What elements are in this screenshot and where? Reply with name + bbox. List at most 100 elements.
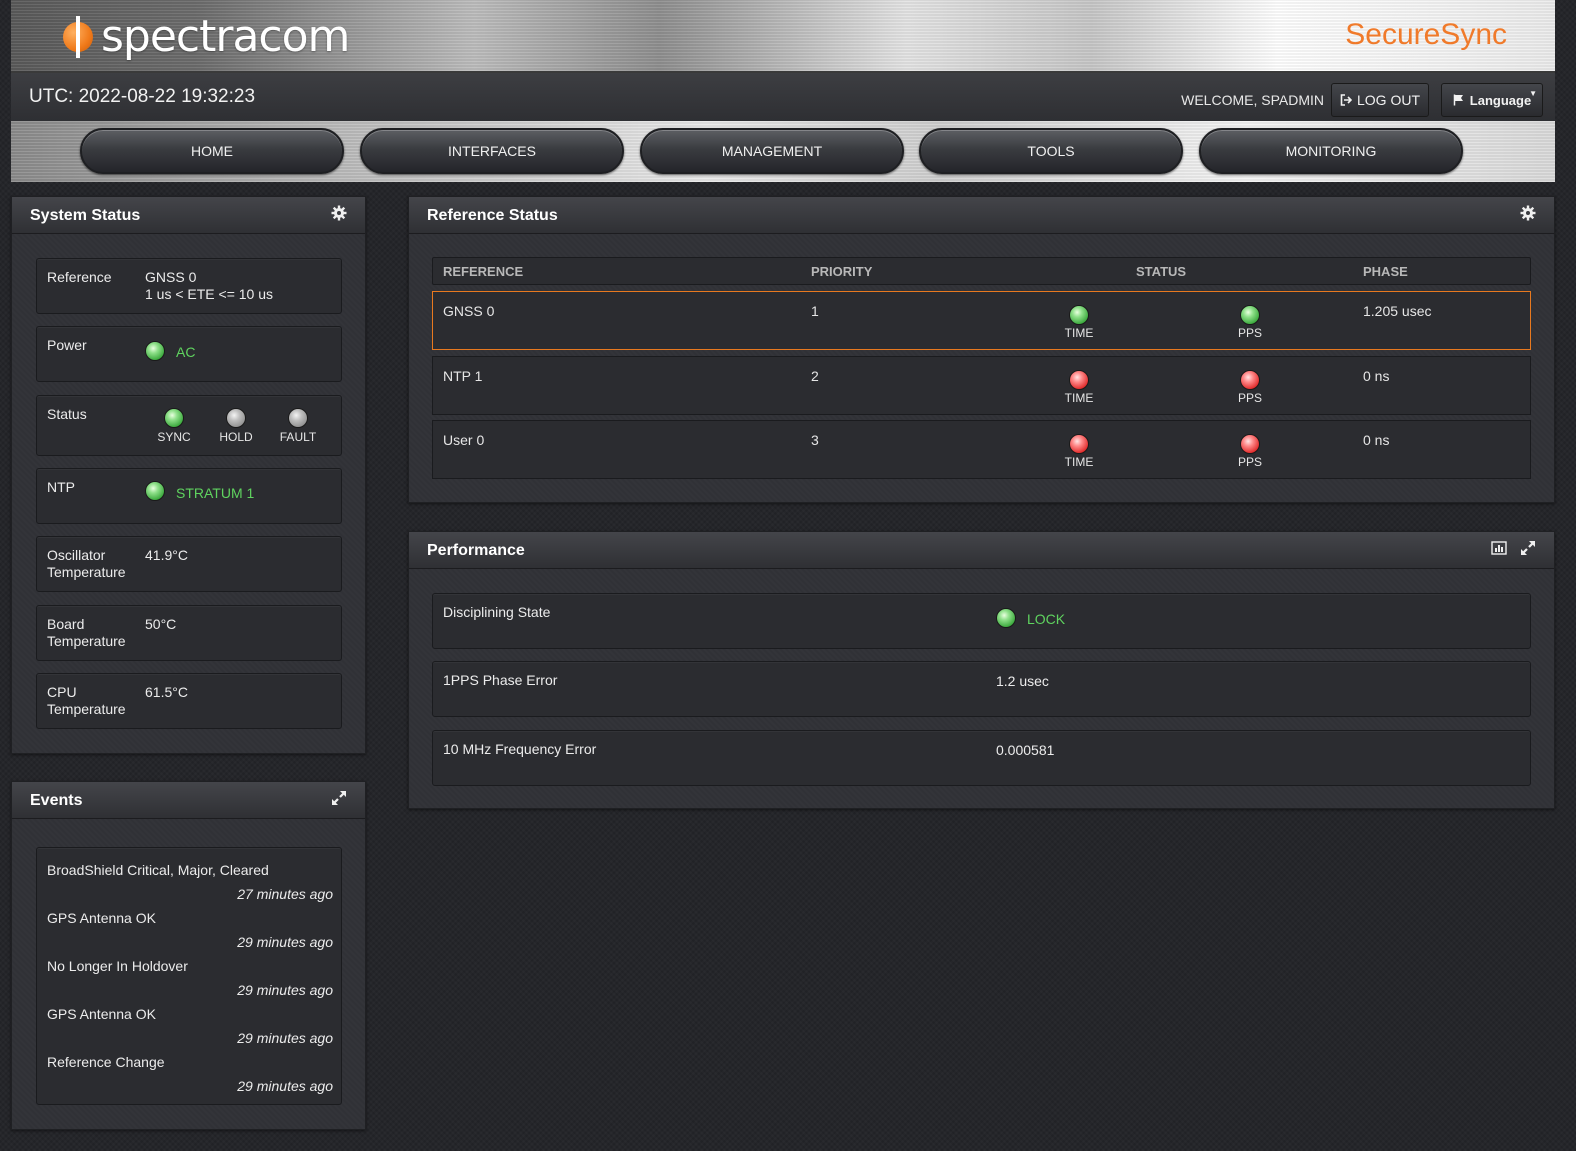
time-led	[1069, 370, 1089, 390]
performance-panel: Performance Disciplining State LOCK 1PPS…	[408, 531, 1555, 809]
reference-priority: 3	[811, 432, 819, 448]
pps-phase-error-label: 1PPS Phase Error	[443, 672, 558, 688]
flag-icon	[1453, 94, 1463, 106]
event-name: GPS Antenna OK	[47, 1006, 156, 1022]
reference-row-ntp1[interactable]: NTP 1 2 TIME PPS 0 ns	[432, 356, 1531, 415]
panel-title: Reference Status	[427, 207, 558, 224]
pps-label: PPS	[1237, 455, 1262, 469]
logout-icon	[1340, 94, 1352, 106]
nav-interfaces[interactable]: INTERFACES	[360, 128, 624, 174]
frequency-error-row: 10 MHz Frequency Error 0.000581	[432, 730, 1531, 786]
cpu-temp-value: 61.5°C	[145, 684, 188, 700]
performance-header: Performance	[409, 532, 1554, 569]
col-status: STATUS	[1136, 264, 1187, 279]
system-status-body: Reference GNSS 0 1 us < ETE <= 10 us Pow…	[12, 234, 365, 753]
label-line-1: Oscillator	[47, 547, 106, 563]
cpu-temp-label: CPU Temperature	[47, 684, 126, 718]
reference-detail: 1 us < ETE <= 10 us	[145, 286, 274, 302]
reference-phase: 1.205 usec	[1363, 303, 1432, 319]
reference-label: Reference	[47, 269, 112, 285]
expand-icon[interactable]	[1519, 539, 1537, 557]
panel-title: Events	[30, 792, 83, 809]
events-panel: Events BroadShield Critical, Major, Clea…	[11, 781, 366, 1130]
nav-management[interactable]: MANAGEMENT	[640, 128, 904, 174]
time-led	[1069, 434, 1089, 454]
label-line-2: Temperature	[47, 564, 126, 580]
event-time: 29 minutes ago	[237, 1030, 333, 1046]
hold-led	[226, 408, 246, 428]
event-time: 29 minutes ago	[237, 934, 333, 950]
language-label: Language	[1469, 92, 1532, 108]
label-line-1: CPU	[47, 684, 77, 700]
reference-status-body: REFERENCE PRIORITY STATUS PHASE GNSS 0 1…	[409, 234, 1554, 502]
ntp-value: STRATUM 1	[176, 485, 255, 501]
utc-bar: UTC: 2022-08-22 19:32:23 WELCOME, SPADMI…	[11, 73, 1555, 121]
logo-mark-icon	[61, 16, 95, 58]
pps-phase-error-row: 1PPS Phase Error 1.2 usec	[432, 661, 1531, 717]
spectracom-logo: spectracom	[61, 8, 350, 64]
oscillator-temp-label: Oscillator Temperature	[47, 547, 126, 581]
reference-source: GNSS 0	[145, 269, 197, 285]
reference-row-gnss0[interactable]: GNSS 0 1 TIME PPS 1.205 usec	[432, 291, 1531, 350]
pps-led	[1240, 305, 1260, 325]
nav-monitoring[interactable]: MONITORING	[1199, 128, 1463, 174]
events-body: BroadShield Critical, Major, Cleared 27 …	[12, 819, 365, 1129]
pps-led	[1240, 370, 1260, 390]
event-name: Reference Change	[47, 1054, 165, 1070]
welcome-text: WELCOME, SPADMIN	[1181, 92, 1324, 108]
event-name: BroadShield Critical, Major, Cleared	[47, 862, 269, 878]
events-header: Events	[12, 782, 365, 819]
main-nav: HOME INTERFACES MANAGEMENT TOOLS MONITOR…	[11, 121, 1555, 182]
ntp-row: NTP STRATUM 1	[36, 468, 342, 524]
logout-button[interactable]: LOG OUT	[1331, 83, 1429, 117]
label-line-2: Temperature	[47, 633, 126, 649]
reference-value: GNSS 0 1 us < ETE <= 10 us	[145, 269, 273, 303]
gear-icon[interactable]	[1519, 204, 1537, 222]
gear-icon[interactable]	[330, 204, 348, 222]
hold-label: HOLD	[219, 430, 253, 444]
label-line-1: Board	[47, 616, 85, 632]
events-list: BroadShield Critical, Major, Cleared 27 …	[36, 847, 342, 1105]
sync-label: SYNC	[157, 430, 191, 444]
reference-status-header: Reference Status	[409, 197, 1554, 234]
status-row: Status SYNC HOLD FAULT	[36, 395, 342, 456]
power-led	[145, 341, 165, 361]
utc-clock: UTC: 2022-08-22 19:32:23	[29, 86, 256, 107]
reference-name: NTP 1	[443, 368, 483, 384]
pps-label: PPS	[1237, 326, 1262, 340]
disciplining-state-label: Disciplining State	[443, 604, 551, 620]
nav-tools[interactable]: TOOLS	[919, 128, 1183, 174]
event-time: 29 minutes ago	[237, 982, 333, 998]
product-name: SecureSync	[1345, 18, 1507, 51]
panel-title: System Status	[30, 207, 141, 224]
sync-led	[164, 408, 184, 428]
time-led	[1069, 305, 1089, 325]
language-dropdown[interactable]: Language ▼	[1441, 83, 1543, 117]
event-name: No Longer In Holdover	[47, 958, 188, 974]
expand-icon[interactable]	[330, 789, 348, 807]
logo-text: spectracom	[101, 10, 350, 62]
frequency-error-value: 0.000581	[996, 742, 1055, 758]
disciplining-state-value: LOCK	[1027, 611, 1066, 627]
oscillator-temp-value: 41.9°C	[145, 547, 188, 563]
cpu-temp-row: CPU Temperature 61.5°C	[36, 673, 342, 729]
nav-home[interactable]: HOME	[80, 128, 344, 174]
event-name: GPS Antenna OK	[47, 910, 156, 926]
board-temp-label: Board Temperature	[47, 616, 126, 650]
reference-priority: 2	[811, 368, 819, 384]
logout-label: LOG OUT	[1356, 92, 1420, 108]
reference-row-user0[interactable]: User 0 3 TIME PPS 0 ns	[432, 420, 1531, 479]
reference-row: Reference GNSS 0 1 us < ETE <= 10 us	[36, 258, 342, 314]
reference-name: GNSS 0	[443, 303, 495, 319]
reference-phase: 0 ns	[1363, 432, 1390, 448]
reference-phase: 0 ns	[1363, 368, 1390, 384]
panel-title: Performance	[427, 542, 525, 559]
chart-icon[interactable]	[1490, 539, 1508, 557]
disciplining-state-row: Disciplining State LOCK	[432, 593, 1531, 649]
power-row: Power AC	[36, 326, 342, 382]
power-label: Power	[47, 337, 87, 353]
event-time: 27 minutes ago	[237, 886, 333, 902]
reference-name: User 0	[443, 432, 485, 448]
header-banner: spectracom SecureSync	[11, 0, 1555, 73]
oscillator-temp-row: Oscillator Temperature 41.9°C	[36, 536, 342, 592]
